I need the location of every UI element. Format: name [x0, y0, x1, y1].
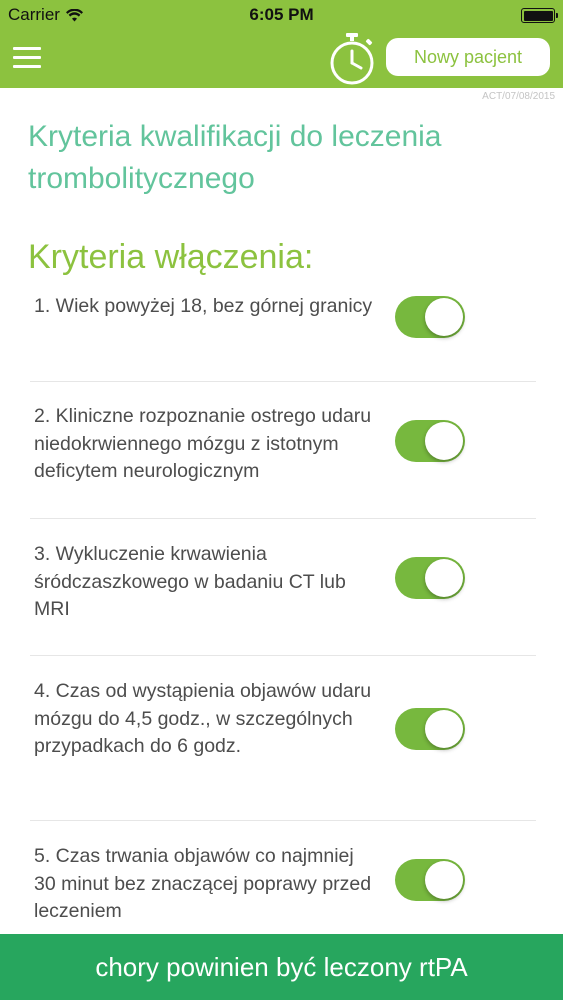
page-title: Kryteria kwalifikacji do leczenia trombo… [28, 120, 442, 195]
toggle-knob [425, 298, 463, 336]
criterion-toggle[interactable] [395, 859, 465, 901]
criterion-toggle[interactable] [395, 557, 465, 599]
criterion-toggle[interactable] [395, 708, 465, 750]
section-title: Kryteria włączenia: [28, 238, 314, 276]
new-patient-button[interactable]: Nowy pacjent [386, 38, 550, 76]
criterion-text: 2. Kliniczne rozpoznanie ostrego udaru n… [34, 405, 372, 482]
toggle-knob [425, 710, 463, 748]
toggle-knob [425, 422, 463, 460]
nav-bar: Nowy pacjent [0, 30, 563, 88]
criterion-text: 5. Czas trwania objawów co najmniej 30 m… [34, 845, 372, 922]
version-label: ACT/07/08/2015 [482, 91, 555, 102]
divider [30, 381, 536, 382]
criterion-toggle[interactable] [395, 296, 465, 338]
toggle-knob [425, 559, 463, 597]
battery-icon [521, 8, 558, 23]
criterion-text: 1. Wiek powyżej 18, bez górnej granicy [34, 295, 373, 317]
divider [30, 518, 536, 519]
divider [30, 655, 536, 656]
hamburger-menu-icon[interactable] [13, 47, 41, 69]
divider [30, 820, 536, 821]
status-time: 6:05 PM [249, 5, 314, 24]
status-bar: Carrier 6:05 PM [0, 0, 563, 30]
toggle-knob [425, 861, 463, 899]
result-banner[interactable]: chory powinien być leczony rtPA [0, 934, 563, 1000]
criterion-text: 3. Wykluczenie krwawienia śródczaszkoweg… [34, 543, 346, 620]
stopwatch-icon[interactable] [326, 32, 378, 86]
criterion-toggle[interactable] [395, 420, 465, 462]
criterion-text: 4. Czas od wystąpienia objawów udaru móz… [34, 680, 372, 757]
